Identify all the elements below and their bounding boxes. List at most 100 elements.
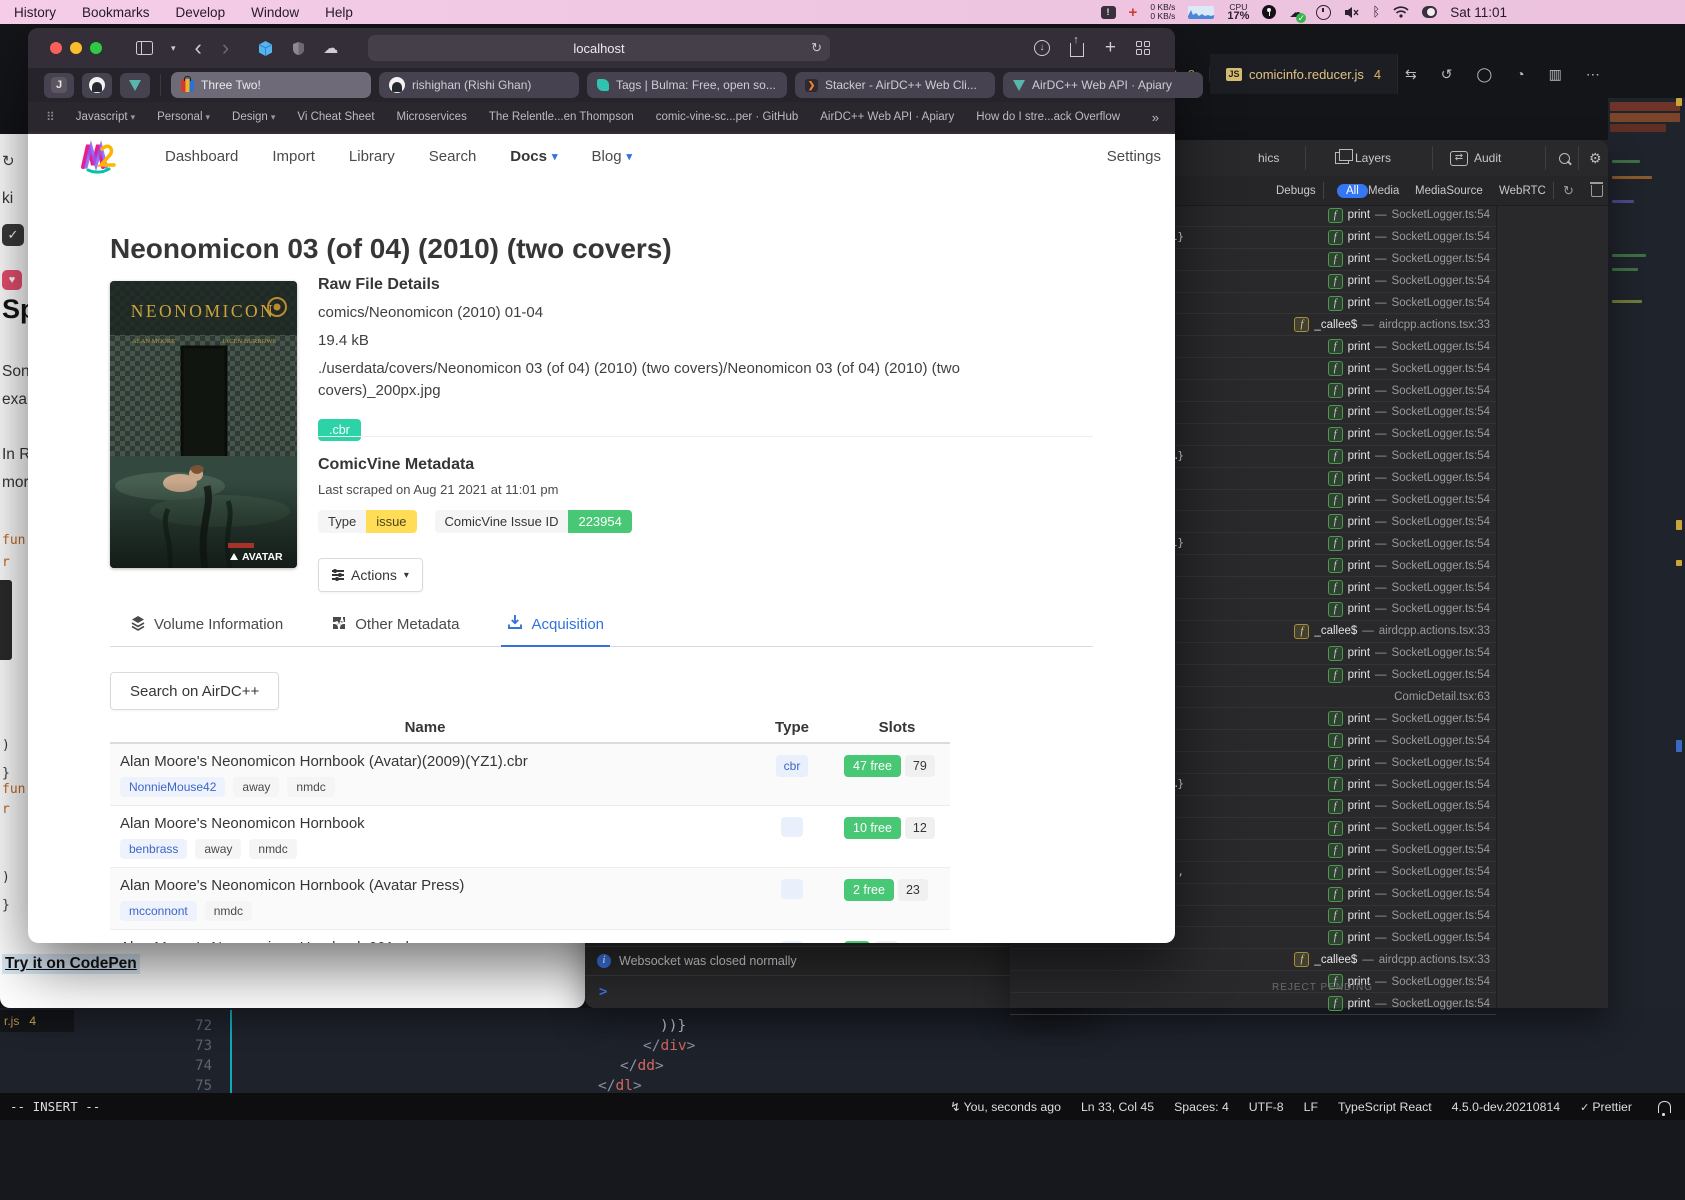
share-button[interactable] xyxy=(1070,39,1084,57)
source-location-link[interactable]: SocketLogger.ts:54 xyxy=(1392,582,1490,594)
site-logo[interactable] xyxy=(78,138,118,174)
source-location-link[interactable]: SocketLogger.ts:54 xyxy=(1392,800,1490,812)
source-location-link[interactable]: SocketLogger.ts:54 xyxy=(1392,560,1490,572)
tab-other-metadata[interactable]: Other Metadata xyxy=(325,606,465,646)
safari-tab[interactable]: ❯Stacker - AirDC++ Web Cli... xyxy=(795,72,995,98)
source-location-link[interactable]: SocketLogger.ts:54 xyxy=(1392,363,1490,375)
forward-button[interactable]: › xyxy=(222,39,229,57)
tab-audit[interactable]: ⇄ Audit xyxy=(1450,140,1501,176)
favorite-item[interactable]: Design▾ xyxy=(232,111,275,123)
source-location-link[interactable]: SocketLogger.ts:54 xyxy=(1392,757,1490,769)
source-location-link[interactable]: SocketLogger.ts:54 xyxy=(1392,385,1490,397)
filter-all[interactable]: All xyxy=(1337,176,1368,205)
circle-nav-icon[interactable]: ◯ xyxy=(1476,66,1492,83)
downloads-button[interactable]: ↓ xyxy=(1034,40,1050,56)
source-location-link[interactable]: SocketLogger.ts:54 xyxy=(1392,779,1490,791)
wifi-icon[interactable] xyxy=(1393,6,1409,18)
source-location-link[interactable]: SocketLogger.ts:54 xyxy=(1392,275,1490,287)
safari-tab[interactable]: AirDC++ Web API · Apiary xyxy=(1003,72,1203,98)
menu-item-bookmarks[interactable]: Bookmarks xyxy=(82,5,150,20)
pinned-tab-j[interactable]: J xyxy=(44,73,74,98)
search-airdc-button[interactable]: Search on AirDC++ xyxy=(110,672,279,710)
inspector-search-button[interactable] xyxy=(1559,140,1570,176)
nav-search[interactable]: Search xyxy=(429,148,477,165)
network-graph-icon[interactable] xyxy=(1188,6,1214,19)
tab-acquisition[interactable]: Acquisition xyxy=(501,606,610,647)
source-location-link[interactable]: SocketLogger.ts:54 xyxy=(1392,910,1490,922)
menu-clock[interactable]: Sat 11:01 xyxy=(1450,5,1507,20)
filter-mediasource[interactable]: MediaSource xyxy=(1415,176,1483,205)
source-location-link[interactable]: SocketLogger.ts:54 xyxy=(1392,888,1490,900)
codepen-link[interactable]: Try it on CodePen xyxy=(2,954,140,974)
source-location-link[interactable]: SocketLogger.ts:54 xyxy=(1392,428,1490,440)
source-location-link[interactable]: SocketLogger.ts:54 xyxy=(1392,976,1490,988)
nav-import[interactable]: Import xyxy=(272,148,315,165)
safari-tab[interactable]: Three Two! xyxy=(171,72,371,98)
extension-cube-icon[interactable] xyxy=(257,40,274,57)
sidebar-chevron-icon[interactable]: ▾ xyxy=(171,43,176,54)
zoom-window-button[interactable] xyxy=(90,42,102,54)
source-location-link[interactable]: SocketLogger.ts:54 xyxy=(1392,669,1490,681)
table-row[interactable]: Alan Moore's Neonomicon Hornbook (Avatar… xyxy=(110,744,950,806)
safari-tab[interactable]: rishighan (Rishi Ghan) xyxy=(379,72,579,98)
source-location-link[interactable]: airdcpp.actions.tsx:33 xyxy=(1379,319,1490,331)
battery-status-icon[interactable]: ! xyxy=(1101,6,1116,19)
source-location-link[interactable]: SocketLogger.ts:54 xyxy=(1392,647,1490,659)
source-location-link[interactable]: SocketLogger.ts:54 xyxy=(1392,209,1490,221)
minimize-window-button[interactable] xyxy=(70,42,82,54)
nav-settings[interactable]: Settings xyxy=(1107,148,1161,165)
favorite-item[interactable]: Microservices xyxy=(397,111,467,123)
filter-debugs[interactable]: Debugs xyxy=(1276,176,1316,205)
favorite-item[interactable]: Vi Cheat Sheet xyxy=(297,111,374,123)
onepassword-icon[interactable] xyxy=(1262,5,1276,19)
favorites-grid-icon[interactable]: ⠿ xyxy=(46,110,54,124)
new-tab-button[interactable]: + xyxy=(1105,37,1116,59)
nav-dashboard[interactable]: Dashboard xyxy=(165,148,238,165)
favorite-item[interactable]: Javascript▾ xyxy=(76,111,135,123)
split-editor-icon[interactable]: ▥ xyxy=(1549,66,1562,83)
cloud-icon[interactable]: ☁ xyxy=(323,39,338,57)
istat-crosshair-icon[interactable]: + xyxy=(1129,5,1138,20)
source-control-compare-icon[interactable]: ⇆ xyxy=(1405,66,1417,83)
status-item[interactable]: ↯ You, seconds ago xyxy=(950,1100,1061,1114)
time-machine-icon[interactable] xyxy=(1316,5,1331,20)
volume-muted-icon[interactable] xyxy=(1344,6,1359,19)
status-item[interactable]: 4.5.0-dev.20210814 xyxy=(1452,1100,1561,1114)
menu-item-help[interactable]: Help xyxy=(325,5,353,20)
menu-item-develop[interactable]: Develop xyxy=(176,5,226,20)
nav-library[interactable]: Library xyxy=(349,148,395,165)
source-location-link[interactable]: SocketLogger.ts:54 xyxy=(1392,538,1490,550)
source-location-link[interactable]: SocketLogger.ts:54 xyxy=(1392,253,1490,265)
pinned-tab-apiary[interactable] xyxy=(120,73,150,98)
console-trash-icon[interactable] xyxy=(1591,176,1603,205)
source-location-link[interactable]: SocketLogger.ts:54 xyxy=(1392,998,1490,1010)
discard-changes-icon[interactable]: ↺ xyxy=(1441,66,1453,83)
source-location-link[interactable]: SocketLogger.ts:54 xyxy=(1392,866,1490,878)
pinned-tab-github[interactable] xyxy=(82,73,112,98)
close-window-button[interactable] xyxy=(50,42,62,54)
table-row[interactable]: Alan Moore's Neonomicon Hornbook (Avatar… xyxy=(110,868,950,930)
shield-icon[interactable] xyxy=(292,41,305,56)
more-actions-icon[interactable]: ⋯ xyxy=(1586,66,1600,83)
cloud-sync-icon[interactable]: ☁✓ xyxy=(1289,0,1303,24)
tab-overview-button[interactable] xyxy=(1136,41,1150,55)
console-refresh-icon[interactable]: ↻ xyxy=(1563,176,1574,205)
notifications-bell-icon[interactable] xyxy=(1658,1101,1671,1113)
source-location-link[interactable]: airdcpp.actions.tsx:33 xyxy=(1379,625,1490,637)
source-location-link[interactable]: SocketLogger.ts:54 xyxy=(1392,341,1490,353)
favorite-item[interactable]: comic-vine-sc...per · GitHub xyxy=(656,111,799,123)
source-location-link[interactable]: SocketLogger.ts:54 xyxy=(1392,516,1490,528)
status-item[interactable]: LF xyxy=(1304,1100,1318,1114)
source-location-link[interactable]: SocketLogger.ts:54 xyxy=(1392,472,1490,484)
actions-button[interactable]: Actions ▾ xyxy=(318,558,423,592)
back-button[interactable]: ‹ xyxy=(195,39,202,57)
filter-media[interactable]: Media xyxy=(1368,176,1399,205)
filter-webrtc[interactable]: WebRTC xyxy=(1499,176,1546,205)
nav-blog[interactable]: Blog▾ xyxy=(592,148,633,165)
timeline-icon[interactable]: ◔ xyxy=(1516,66,1524,82)
control-center-icon[interactable] xyxy=(1422,6,1437,18)
source-location-link[interactable]: airdcpp.actions.tsx:33 xyxy=(1379,954,1490,966)
menu-item-window[interactable]: Window xyxy=(251,5,299,20)
favorite-item[interactable]: How do I stre...ack Overflow xyxy=(976,111,1120,123)
source-location-link[interactable]: SocketLogger.ts:54 xyxy=(1392,406,1490,418)
